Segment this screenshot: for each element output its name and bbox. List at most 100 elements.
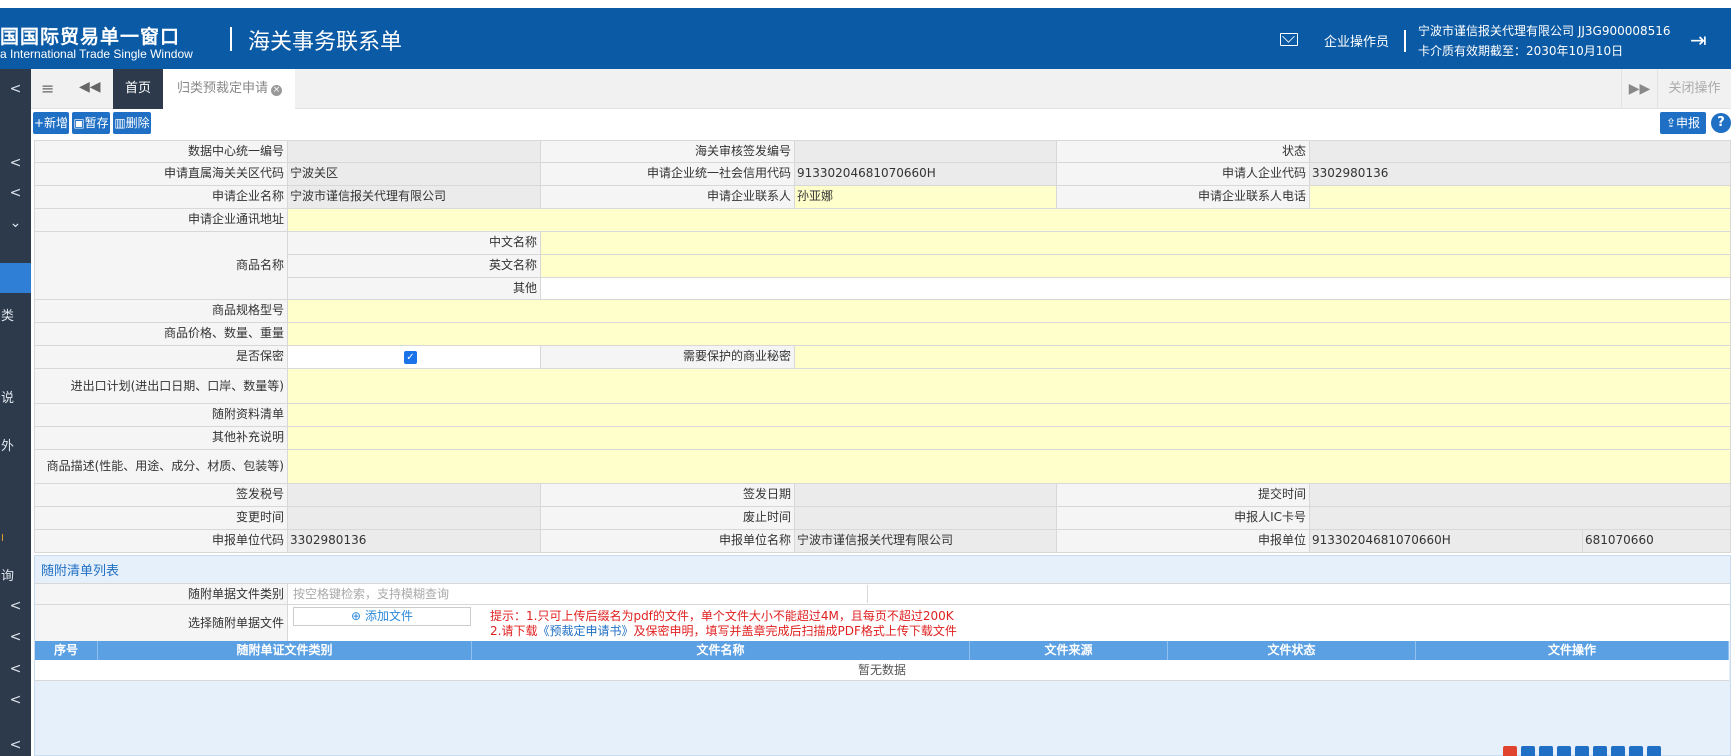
spec-input[interactable]: [287, 299, 1731, 323]
customs-code-label: 申请直属海关关区代码: [34, 162, 288, 186]
attachment-file-label: 选择随附单据文件: [35, 605, 288, 641]
tool-icon[interactable]: [1539, 746, 1553, 756]
contact-input[interactable]: 孙亚娜: [794, 185, 1057, 209]
spec-label: 商品规格型号: [34, 299, 288, 323]
tool-icon[interactable]: [1611, 746, 1625, 756]
docs-list-input[interactable]: [287, 403, 1731, 427]
sign-tax-field: [287, 483, 541, 507]
add-file-button[interactable]: ⊕ 添加文件: [293, 607, 471, 626]
close-operations-button[interactable]: 关闭操作: [1657, 69, 1731, 109]
other-name-input[interactable]: [540, 277, 1731, 300]
help-icon[interactable]: ?: [1711, 113, 1731, 133]
company-name-label: 申请企业名称: [34, 185, 288, 209]
add-button[interactable]: +新增: [33, 112, 69, 134]
tab-scroll-left-icon[interactable]: ◀◀: [79, 79, 101, 95]
address-label: 申请企业通讯地址: [34, 208, 288, 232]
tab-home[interactable]: 首页: [113, 69, 163, 109]
col-header-index: 序号: [35, 641, 98, 660]
col-header-file-source: 文件来源: [970, 641, 1168, 660]
attachment-section-title: 随附清单列表: [41, 564, 120, 579]
logo-title-en: a International Trade Single Window: [0, 47, 193, 61]
en-name-label: 英文名称: [287, 254, 541, 278]
logout-icon[interactable]: ⇥: [1690, 30, 1710, 50]
toolbar: +新增 ▣暂存 ▥删除 ⇪申报 ?: [31, 110, 1731, 137]
sidebar-chevron-icon[interactable]: <: [0, 629, 31, 645]
col-header-file-status: 文件状态: [1168, 641, 1416, 660]
sidebar-item-label[interactable]: 说: [0, 387, 31, 406]
tab-bar: ≡ ◀◀ 首页 归类预裁定申请 × ▶▶ 关闭操作: [31, 69, 1731, 109]
tool-icon[interactable]: [1629, 746, 1643, 756]
delete-button[interactable]: ▥删除: [113, 112, 151, 134]
tool-icon[interactable]: [1647, 746, 1661, 756]
en-name-input[interactable]: [540, 254, 1731, 278]
decl-unit-label: 申报单位: [1056, 529, 1310, 553]
customs-sign-no-label: 海关审核签发编号: [540, 140, 795, 163]
confidential-checkbox[interactable]: ✓: [404, 351, 417, 364]
price-input[interactable]: [287, 322, 1731, 346]
contact-label: 申请企业联系人: [540, 185, 795, 209]
application-form-download-link[interactable]: 《预裁定申请书》: [537, 624, 633, 638]
left-sidebar: < < < ⌄ 类 说 外 I 询 < < < < <: [0, 69, 31, 756]
sidebar-active-item[interactable]: [0, 263, 31, 293]
header-divider-2: [1404, 30, 1406, 52]
sidebar-chevron-icon[interactable]: <: [0, 598, 31, 614]
data-center-no-field: [287, 140, 541, 163]
trade-secret-input[interactable]: [794, 345, 1731, 369]
close-icon[interactable]: ×: [271, 85, 283, 96]
attachment-file-row: 选择随附单据文件 ⊕ 添加文件 提示：1.只可上传后缀名为pdf的文件，单个文件…: [35, 604, 1730, 641]
cn-name-input[interactable]: [540, 231, 1731, 255]
trade-plan-label: 进出口计划(进出口日期、口岸、数量等): [34, 368, 288, 404]
sidebar-chevron-icon[interactable]: <: [0, 737, 31, 753]
sidebar-chevron-icon[interactable]: <: [0, 155, 31, 171]
cn-name-label: 中文名称: [287, 231, 541, 255]
tab-scroll-right-icon[interactable]: ▶▶: [1621, 69, 1657, 109]
plus-circle-icon: ⊕: [351, 609, 362, 623]
company-name-field: 宁波市谨信报关代理有限公司: [287, 185, 541, 209]
mail-icon[interactable]: [1280, 33, 1298, 46]
attachment-type-row: 随附单据文件类别 按空格键检索，支持模糊查询: [35, 583, 1730, 604]
docs-list-label: 随附资料清单: [34, 403, 288, 427]
tab-classification-ruling[interactable]: 归类预裁定申请 ×: [163, 69, 295, 109]
logo-title-cn: 国国际贸易单一窗口: [0, 26, 181, 48]
sidebar-item-label[interactable]: 类: [0, 305, 31, 324]
sidebar-chevron-down-icon[interactable]: ⌄: [0, 215, 31, 231]
sidebar-chevron-icon[interactable]: <: [0, 661, 31, 677]
phone-input[interactable]: [1309, 185, 1731, 209]
sidebar-item-label[interactable]: 询: [0, 565, 31, 584]
data-center-no-label: 数据中心统一编号: [34, 140, 288, 163]
submit-time-label: 提交时间: [1056, 483, 1310, 507]
customs-code-field: 宁波关区: [287, 162, 541, 186]
sidebar-collapse-icon[interactable]: <: [0, 81, 31, 97]
decl-code-field: 3302980136: [287, 529, 541, 553]
phone-label: 申请企业联系人电话: [1056, 185, 1310, 209]
decl-code-label: 申报单位代码: [34, 529, 288, 553]
address-input[interactable]: [287, 208, 1731, 232]
submit-time-field: [1309, 483, 1731, 507]
save-draft-button[interactable]: ▣暂存: [72, 112, 110, 134]
tool-icon[interactable]: [1593, 746, 1607, 756]
attachment-type-input[interactable]: 按空格键检索，支持模糊查询: [290, 585, 868, 603]
sign-date-field: [794, 483, 1057, 507]
app-header: 国国际贸易单一窗口 a International Trade Single W…: [0, 8, 1731, 69]
goods-desc-input[interactable]: [287, 449, 1731, 484]
submit-button[interactable]: ⇪申报: [1660, 112, 1706, 134]
sidebar-chevron-icon[interactable]: <: [0, 185, 31, 201]
tool-icon[interactable]: [1521, 746, 1535, 756]
tool-icon[interactable]: [1575, 746, 1589, 756]
trade-plan-input[interactable]: [287, 368, 1731, 404]
sidebar-chevron-icon[interactable]: <: [0, 692, 31, 708]
sidebar-item-label[interactable]: 外: [0, 435, 31, 454]
sidebar-item-label[interactable]: I: [0, 533, 31, 544]
page-title: 海关事务联系单: [248, 30, 403, 55]
operator-role[interactable]: 企业操作员: [1324, 31, 1389, 50]
tool-icon[interactable]: [1557, 746, 1571, 756]
plus-icon: +: [33, 116, 45, 130]
price-label: 商品价格、数量、重量: [34, 322, 288, 346]
col-header-file-name: 文件名称: [472, 641, 970, 660]
remarks-input[interactable]: [287, 426, 1731, 450]
company-info: 宁波市谨信报关代理有限公司 JJ3G900008516: [1418, 24, 1671, 38]
abolish-time-field: [794, 506, 1057, 530]
ime-icon[interactable]: [1503, 746, 1517, 756]
menu-icon[interactable]: ≡: [41, 79, 54, 98]
floating-toolbar: [1503, 746, 1731, 756]
